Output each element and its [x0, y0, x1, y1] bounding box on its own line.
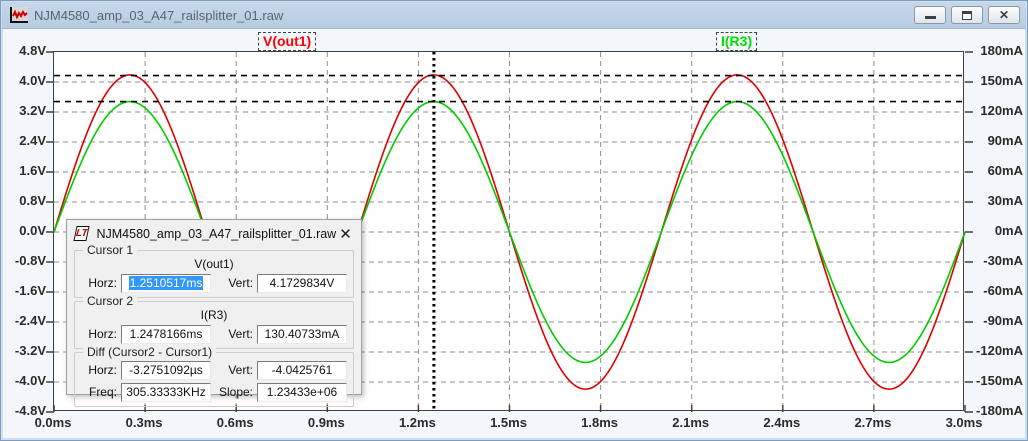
cursor1-trace-name: V(out1)	[194, 257, 234, 271]
cursor1-horz-field[interactable]: 1.2510517ms	[121, 273, 211, 293]
close-icon: ✕	[998, 8, 1010, 22]
cursor2-vert-value: 130.40733mA	[264, 327, 340, 341]
bottom-axis: 0.0ms 0.3ms 0.6ms 0.9ms 1.2ms 1.5ms 1.8ms 2.1ms…	[4, 413, 1024, 433]
restore-button[interactable]	[951, 6, 983, 24]
axis-tick-label: -4.0V	[14, 373, 46, 388]
diff-horz-field[interactable]: -3.2751092µs	[121, 360, 211, 380]
cursor1-horz-value: 1.2510517ms	[128, 276, 204, 290]
cursor2-vert-label: Vert:	[228, 327, 253, 341]
axis-tick-label: 3.0ms	[945, 415, 983, 430]
cursor2-horz-field[interactable]: 1.2478166ms	[121, 324, 211, 344]
axis-tick-label: 90mA	[987, 133, 1023, 148]
diff-slope-value: 1.23433e+06	[266, 385, 338, 399]
dialog-close-icon[interactable]: ✕	[336, 225, 355, 243]
axis-tick-label: 0.9ms	[307, 415, 345, 430]
axis-tick-label: 1.2ms	[398, 415, 436, 430]
diff-freq-label: Freq:	[88, 385, 117, 399]
axis-tick-label: 0.0ms	[34, 415, 72, 430]
axis-tick-label: 0.6ms	[216, 415, 254, 430]
diff-vert-value: -4.0425761	[271, 363, 333, 377]
axis-tick-label: 1.5ms	[490, 415, 527, 430]
axis-tick-label: 2.1ms	[672, 415, 710, 430]
axis-tick-label: 180mA	[980, 43, 1023, 58]
cursor1-group: Cursor 1 V(out1) Horz: 1.2510517ms Vert:…	[74, 243, 354, 298]
minimize-icon	[924, 16, 936, 19]
waveform-viewer-window: NJM4580_amp_03_A47_railsplitter_01.raw ✕…	[0, 0, 1028, 441]
cursor1-horz-label: Horz:	[88, 276, 117, 290]
cursor2-trace-name: I(R3)	[200, 308, 228, 322]
diff-slope-label: Slope:	[218, 385, 253, 399]
right-axis: 180mA 150mA 120mA 90mA 60mA 30mA 0mA -30mA -60mA…	[969, 29, 1025, 437]
waveform-app-icon	[10, 7, 28, 23]
cursor1-vert-value: 4.1729834V	[269, 276, 335, 290]
cursor1-vert-label: Vert:	[228, 276, 253, 290]
diff-vert-label: Vert:	[228, 363, 253, 377]
axis-tick-label: 3.2V	[19, 103, 46, 118]
axis-tick-label: -1.6V	[14, 283, 46, 298]
trace-label-vout1[interactable]: V(out1)	[258, 32, 317, 51]
diff-freq-value: 305.33333KHz	[126, 385, 206, 399]
cursor2-vert-field[interactable]: 130.40733mA	[257, 324, 347, 344]
axis-tick-label: -120mA	[976, 343, 1023, 358]
ltspice-logo-icon: LT	[73, 226, 91, 241]
axis-tick-label: -0.8V	[14, 253, 46, 268]
axis-tick-label: 60mA	[987, 163, 1023, 178]
axis-tick-label: 1.6V	[19, 163, 46, 178]
diff-legend: Diff (Cursor2 - Cursor1)	[83, 345, 217, 359]
close-button[interactable]: ✕	[988, 6, 1020, 24]
axis-tick-label: 0.8V	[19, 193, 46, 208]
axis-tick-label: 0mA	[994, 223, 1023, 238]
cursor2-legend: Cursor 2	[83, 294, 138, 308]
axis-tick-label: -3.2V	[14, 343, 46, 358]
diff-horz-label: Horz:	[88, 363, 117, 377]
axis-tick-label: 1.8ms	[581, 415, 619, 430]
axis-tick-label: 0.3ms	[125, 415, 163, 430]
axis-tick-label: -30mA	[983, 253, 1023, 268]
window-titlebar[interactable]: NJM4580_amp_03_A47_railsplitter_01.raw ✕	[2, 2, 1026, 29]
axis-tick-label: 4.0V	[19, 73, 46, 88]
axis-tick-label: 2.7ms	[854, 415, 892, 430]
diff-group: Diff (Cursor2 - Cursor1) Horz: -3.275109…	[74, 345, 354, 407]
cursor1-legend: Cursor 1	[83, 243, 138, 257]
diff-vert-field[interactable]: -4.0425761	[257, 360, 347, 380]
axis-tick-label: -90mA	[983, 313, 1023, 328]
trace-label-ir3[interactable]: I(R3)	[716, 32, 758, 51]
axis-tick-label: 4.8V	[19, 43, 46, 58]
axis-tick-label: 150mA	[980, 73, 1023, 88]
axis-tick-label: -2.4V	[14, 313, 46, 328]
restore-icon	[962, 10, 972, 20]
diff-horz-value: -3.2751092µs	[129, 363, 203, 377]
axis-tick-label: 2.4ms	[763, 415, 801, 430]
cursor-dialog-title: NJM4580_amp_03_A47_railsplitter_01.raw	[96, 226, 337, 241]
axis-tick-label: 120mA	[980, 103, 1023, 118]
axis-tick-label: -150mA	[976, 373, 1023, 388]
axis-tick-label: 2.4V	[19, 133, 46, 148]
axis-tick-label: -60mA	[983, 283, 1023, 298]
cursor1-vert-field[interactable]: 4.1729834V	[257, 273, 347, 293]
axis-tick-label: 30mA	[987, 193, 1023, 208]
cursor2-horz-value: 1.2478166ms	[129, 327, 203, 341]
axis-tick-label: 0.0V	[19, 223, 46, 238]
cursor-dialog: LT NJM4580_amp_03_A47_railsplitter_01.ra…	[66, 219, 362, 407]
waveform-pane: V(out1) I(R3) 4.8V 4.0V 3.2V 2.4V 1.6V 0.8V 0.…	[4, 29, 1024, 437]
cursor2-horz-label: Horz:	[88, 327, 117, 341]
minimize-button[interactable]	[914, 6, 946, 24]
cursor2-group: Cursor 2 I(R3) Horz: 1.2478166ms Vert: 1…	[74, 294, 354, 349]
left-axis: 4.8V 4.0V 3.2V 2.4V 1.6V 0.8V 0.0V -0.8V -1.6V -2…	[4, 29, 48, 437]
diff-slope-field[interactable]: 1.23433e+06	[257, 382, 347, 402]
window-title: NJM4580_amp_03_A47_railsplitter_01.raw	[34, 7, 284, 23]
diff-freq-field[interactable]: 305.33333KHz	[121, 382, 211, 402]
